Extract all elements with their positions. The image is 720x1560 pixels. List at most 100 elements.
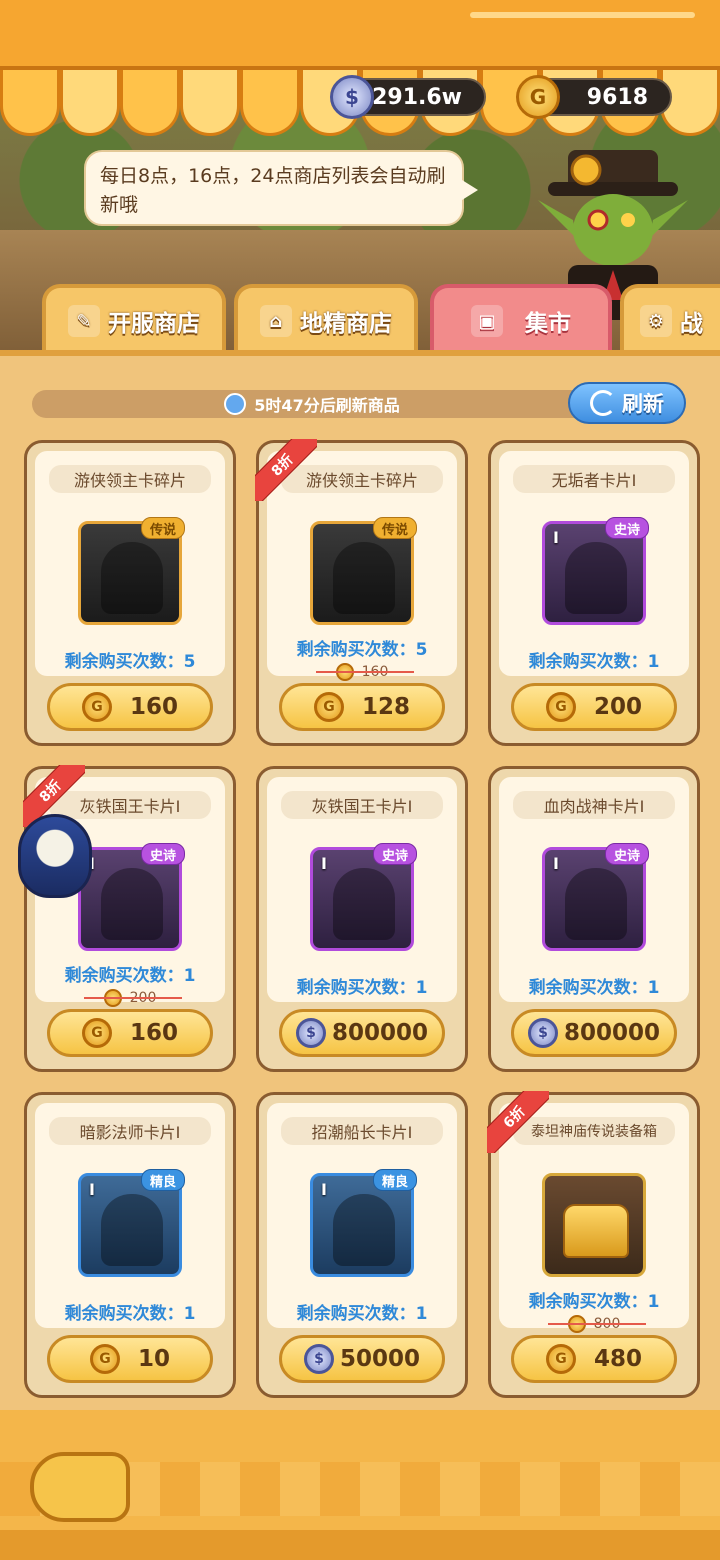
remaining-purchases: 剩余购买次数：5: [296, 640, 428, 660]
shop-item-card[interactable]: 游侠领主卡碎片 传说 剩余购买次数：5 G 160: [24, 440, 236, 746]
footer-bar: [0, 1410, 720, 1560]
shop-item-card[interactable]: 游侠领主卡碎片 传说 剩余购买次数：5 160 8折 G 128: [255, 439, 468, 746]
floating-avatar[interactable]: [18, 814, 92, 898]
shop-item-card[interactable]: 无垢者卡片Ⅰ I 史诗 剩余购买次数：1 G 200: [488, 440, 700, 746]
original-price-value: 200: [129, 990, 157, 1006]
silver-coin-icon: $: [303, 1344, 334, 1374]
remaining-purchases: 剩余购买次数：1: [296, 978, 428, 998]
price: 800000: [563, 1020, 661, 1046]
refresh-timer-text: 5时47分后刷新商品: [254, 396, 400, 415]
shop-item-card[interactable]: 灰铁国王卡片Ⅰ I 史诗 剩余购买次数：1 200 8折 G 160: [23, 765, 236, 1072]
item-portrait: I 精良: [310, 1169, 417, 1277]
discount-label: 8折: [255, 439, 317, 501]
buy-button[interactable]: $ 800000: [511, 1009, 677, 1057]
price: 480: [593, 1346, 642, 1372]
item-portrait: I 史诗: [542, 517, 649, 625]
price: 800000: [331, 1020, 429, 1046]
footer-ground: [0, 1530, 720, 1560]
tier-mark: I: [321, 854, 327, 873]
remaining-purchases: 剩余购买次数：1: [528, 652, 660, 672]
card-inner: 游侠领主卡碎片 传说 剩余购买次数：5: [35, 451, 225, 676]
item-portrait: 传说: [310, 517, 417, 625]
remaining-purchases: 剩余购买次数：1: [296, 1304, 428, 1324]
refresh-icon: [590, 390, 616, 416]
tier-mark: I: [553, 528, 559, 547]
rarity-badge: 传说: [140, 517, 185, 539]
remaining-purchases: 剩余购买次数：1: [528, 1292, 660, 1312]
item-portrait: I 史诗: [542, 843, 649, 951]
price: 160: [129, 1020, 178, 1046]
item-name: 无垢者卡片Ⅰ: [513, 465, 675, 493]
silver-coin-icon: $: [330, 75, 374, 119]
tab-battle-shop[interactable]: ⚙ 战: [620, 284, 720, 354]
gold-coin-icon: G: [516, 75, 560, 119]
rarity-badge: 传说: [372, 517, 417, 539]
gold-coin-icon: G: [89, 1344, 120, 1374]
gold-amount: 9618: [586, 84, 648, 110]
rarity-badge: 史诗: [140, 843, 185, 865]
shop-item-card[interactable]: 血肉战神卡片Ⅰ I 史诗 剩余购买次数：1 $ 800000: [488, 766, 700, 1072]
shop-item-card[interactable]: 招潮船长卡片Ⅰ I 精良 剩余购买次数：1 $ 50000: [256, 1092, 468, 1398]
item-name: 灰铁国王卡片Ⅰ: [281, 791, 443, 819]
tab-label: 战: [680, 311, 703, 337]
card-inner: 灰铁国王卡片Ⅰ I 史诗 剩余购买次数：1: [267, 777, 457, 1002]
npc-speech-bubble: 每日8点，16点，24点商店列表会自动刷新哦: [84, 150, 478, 226]
gift-icon: ▣: [471, 305, 503, 337]
buy-button[interactable]: G 160: [47, 1009, 213, 1057]
silver-coin-icon: $: [295, 1018, 326, 1048]
gear-icon: ⚙: [640, 305, 672, 337]
price: 200: [593, 694, 642, 720]
buy-button[interactable]: G 480: [511, 1335, 677, 1383]
scroll-icon: ✎: [68, 305, 100, 337]
price: 128: [361, 694, 410, 720]
silver-amount: 291.6w: [372, 84, 462, 110]
tab-opening-shop[interactable]: ✎ 开服商店: [42, 284, 226, 354]
shop-item-card[interactable]: 泰坦神庙传说装备箱 剩余购买次数：1 800 6折 G 480: [487, 1091, 700, 1398]
tab-label: 集市: [525, 311, 571, 337]
buy-button[interactable]: G 10: [47, 1335, 213, 1383]
fish-bone-icon[interactable]: [30, 1452, 130, 1522]
discount-ribbon: 8折: [255, 439, 317, 501]
rarity-badge: 史诗: [604, 517, 649, 539]
gold-coin-icon: [103, 989, 122, 1007]
remaining-purchases: 剩余购买次数：1: [64, 1304, 196, 1324]
silver-coin-icon: $: [527, 1018, 558, 1048]
original-price: 800: [542, 1313, 646, 1335]
awning-bar: [470, 12, 695, 18]
buy-button[interactable]: $ 50000: [279, 1335, 445, 1383]
price: 50000: [339, 1346, 421, 1372]
rarity-badge: 精良: [140, 1169, 185, 1191]
tier-mark: I: [321, 1180, 327, 1199]
gold-coin-icon: G: [81, 1018, 112, 1048]
buy-button[interactable]: G 200: [511, 683, 677, 731]
tab-label: 地精商店: [300, 311, 392, 337]
shop-item-card[interactable]: 暗影法师卡片Ⅰ I 精良 剩余购买次数：1 G 10: [24, 1092, 236, 1398]
shop-tabs: ✎ 开服商店 ⌂ 地精商店 ▣ 集市 ⚙ 战: [0, 284, 720, 354]
shop-icon: ⌂: [260, 305, 292, 337]
tab-label: 开服商店: [108, 311, 200, 337]
discount-label: 6折: [487, 1091, 549, 1153]
awning: [0, 0, 720, 70]
tab-goblin-shop[interactable]: ⌂ 地精商店: [234, 284, 418, 354]
gold-coin-icon: G: [545, 692, 576, 722]
remaining-purchases: 剩余购买次数：5: [64, 652, 196, 672]
card-inner: 暗影法师卡片Ⅰ I 精良 剩余购买次数：1: [35, 1103, 225, 1328]
shop-item-card[interactable]: 灰铁国王卡片Ⅰ I 史诗 剩余购买次数：1 $ 800000: [256, 766, 468, 1072]
buy-button[interactable]: $ 800000: [279, 1009, 445, 1057]
tier-mark: I: [553, 854, 559, 873]
refresh-timer-bar: 5时47分后刷新商品: [32, 390, 592, 418]
tab-market[interactable]: ▣ 集市: [430, 284, 612, 354]
item-name: 招潮船长卡片Ⅰ: [281, 1117, 443, 1145]
price: 10: [137, 1346, 170, 1372]
gold-currency-display: G 9618: [516, 75, 672, 119]
gold-coin-icon: G: [81, 692, 112, 722]
item-portrait: I 史诗: [78, 843, 185, 951]
buy-button[interactable]: G 128: [279, 683, 445, 731]
clock-icon: [224, 393, 247, 415]
tier-mark: I: [89, 1180, 95, 1199]
card-inner: 无垢者卡片Ⅰ I 史诗 剩余购买次数：1: [499, 451, 689, 676]
buy-button[interactable]: G 160: [47, 683, 213, 731]
refresh-button[interactable]: 刷新: [568, 382, 686, 424]
gold-coin-icon: G: [313, 692, 344, 722]
original-price: 160: [310, 661, 414, 683]
